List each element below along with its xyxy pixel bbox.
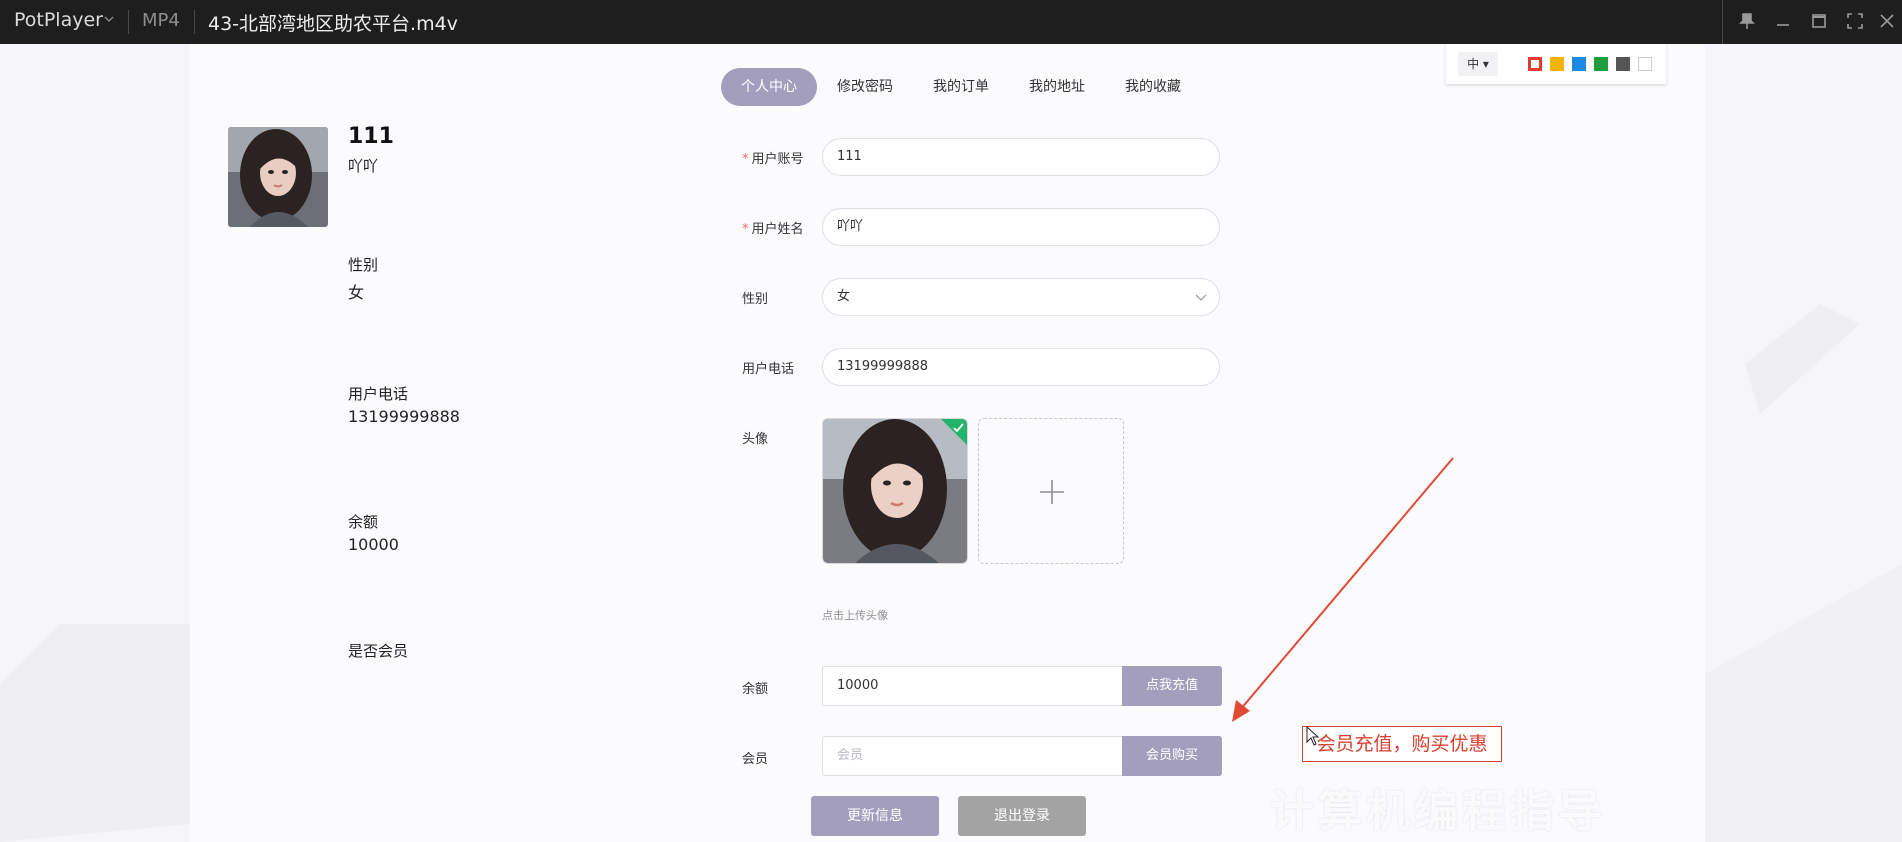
uploaded-avatar-thumbnail[interactable]	[822, 418, 968, 564]
required-mark: *	[742, 222, 749, 237]
avatar-image	[823, 419, 967, 563]
annotation-toolbar: 中 ▾	[1446, 44, 1666, 84]
format-label: MP4	[142, 10, 180, 31]
phone-label: 用户电话	[742, 362, 795, 377]
pin-icon[interactable]	[1736, 10, 1758, 32]
annotation-note: 会员充值，购买优惠	[1302, 726, 1502, 762]
fullscreen-icon[interactable]	[1844, 10, 1866, 32]
upload-tip: 点击上传头像	[822, 609, 888, 622]
profile-username: 111	[348, 124, 394, 149]
file-title: 43-北部湾地区助农平台.m4v	[208, 13, 458, 35]
balance-input[interactable]: 10000	[822, 666, 1124, 706]
app-menu-button[interactable]: PotPlayer	[14, 9, 103, 31]
avatar-label: 头像	[742, 432, 769, 447]
color-swatch-red[interactable]	[1528, 57, 1542, 71]
avatar-upload-box[interactable]	[978, 418, 1124, 564]
profile-balance-value: 10000	[348, 535, 399, 554]
profile-avatar	[228, 127, 328, 227]
chevron-down-icon	[1195, 294, 1207, 301]
profile-gender-value: 女	[348, 283, 365, 302]
member-buy-button[interactable]: 会员购买	[1122, 736, 1222, 776]
balance-label: 余额	[742, 682, 769, 697]
title-divider	[128, 10, 129, 34]
update-info-button[interactable]: 更新信息	[811, 796, 939, 836]
title-divider	[194, 10, 195, 34]
tab-change-password[interactable]: 修改密码	[825, 68, 905, 106]
account-input[interactable]: 111	[822, 138, 1220, 176]
color-swatch-green[interactable]	[1594, 57, 1608, 71]
tab-my-favorites[interactable]: 我的收藏	[1113, 68, 1193, 106]
chevron-down-icon[interactable]	[104, 14, 114, 24]
maximize-icon[interactable]	[1808, 10, 1830, 32]
profile-member-label: 是否会员	[348, 642, 409, 660]
avatar-image	[228, 127, 328, 227]
name-input[interactable]: 吖吖	[822, 208, 1220, 246]
tab-my-orders[interactable]: 我的订单	[921, 68, 1001, 106]
plus-icon	[1040, 480, 1064, 504]
profile-name: 吖吖	[348, 157, 379, 175]
minimize-icon[interactable]	[1772, 10, 1794, 32]
player-title-bar: PotPlayer MP4 43-北部湾地区助农平台.m4v	[0, 0, 1902, 44]
profile-phone-value: 13199999888	[348, 407, 460, 426]
required-mark: *	[742, 152, 749, 167]
member-input[interactable]: 会员	[822, 736, 1124, 776]
logout-button[interactable]: 退出登录	[958, 796, 1086, 836]
member-label: 会员	[742, 752, 769, 767]
color-swatch-blue[interactable]	[1572, 57, 1586, 71]
pen-size-select[interactable]: 中 ▾	[1458, 52, 1498, 76]
profile-balance-label: 余额	[348, 513, 379, 531]
gender-label: 性别	[742, 292, 769, 307]
profile-phone-label: 用户电话	[348, 385, 409, 403]
color-swatch-gray[interactable]	[1616, 57, 1630, 71]
color-swatch-yellow[interactable]	[1550, 57, 1564, 71]
phone-input[interactable]: 13199999888	[822, 348, 1220, 386]
tab-personal-center[interactable]: 个人中心	[721, 68, 817, 106]
account-label: * 用户账号	[742, 152, 804, 167]
recharge-button[interactable]: 点我充值	[1122, 666, 1222, 706]
watermark: 计算机编程指导	[1270, 786, 1606, 837]
title-divider	[1722, 0, 1723, 44]
tab-my-address[interactable]: 我的地址	[1017, 68, 1097, 106]
color-swatch-white[interactable]	[1638, 57, 1652, 71]
profile-gender-label: 性别	[348, 256, 379, 274]
gender-select[interactable]: 女	[822, 278, 1220, 316]
close-icon[interactable]	[1876, 10, 1898, 32]
name-label: * 用户姓名	[742, 222, 804, 237]
